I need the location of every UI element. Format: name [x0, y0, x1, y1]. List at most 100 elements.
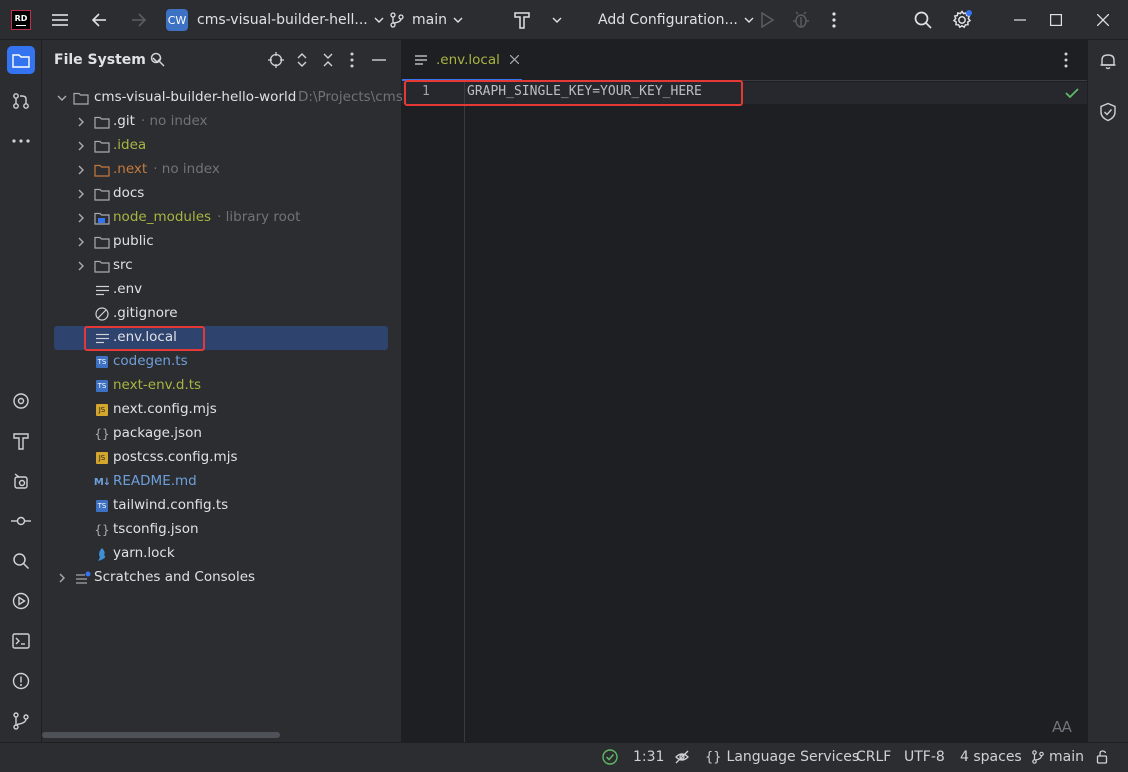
endpoints-icon[interactable] [7, 387, 35, 415]
tree-file-row[interactable]: TS tailwind.config.ts [42, 494, 390, 518]
tree-root-row[interactable]: cms-visual-builder-hello-world D:\Projec… [42, 86, 408, 110]
chevron-right-icon [75, 206, 87, 230]
editor-area: .env.local 1 GRAPH_SINGLE_KEY=YOUR_KEY_H… [402, 40, 1087, 742]
text-file-icon [94, 278, 110, 302]
tree-item-hint-text: no index [149, 113, 208, 129]
tab-options-icon[interactable] [1064, 52, 1068, 68]
tree-file-row[interactable]: JS next.config.mjs [42, 398, 390, 422]
minimize-button[interactable] [1000, 0, 1040, 40]
build-hammer-icon[interactable] [7, 427, 35, 455]
folder-icon [94, 110, 110, 134]
chevron-right-icon [75, 254, 87, 278]
title-bar: RD CW cms-visual-builder-hell... main Ad… [0, 0, 1128, 40]
ai-shield-icon[interactable] [1099, 102, 1117, 122]
tree-file-row[interactable]: TS codegen.ts [42, 350, 390, 374]
lock-icon[interactable] [1096, 743, 1110, 771]
tree-folder-row[interactable]: src [42, 254, 390, 278]
notifications-bell-icon[interactable] [1099, 52, 1117, 70]
project-folder-icon[interactable] [7, 46, 35, 74]
tree-item-name: next.config.mjs [113, 401, 217, 417]
tree-item-label-group: .git · no index [113, 113, 208, 129]
tree-folder-row[interactable]: docs [42, 182, 390, 206]
main-menu-icon[interactable] [46, 0, 74, 40]
hide-panel-icon[interactable] [372, 59, 386, 61]
folder-icon [94, 230, 110, 254]
expand-all-icon[interactable] [296, 52, 308, 68]
scratches-label: Scratches and Consoles [94, 569, 256, 585]
options-icon[interactable] [350, 52, 354, 68]
status-branch-widget[interactable]: main [1032, 743, 1084, 771]
branch-selector[interactable]: main [390, 0, 463, 40]
tree-folder-row[interactable]: .git · no index [42, 110, 390, 134]
tree-item-name: public [113, 233, 154, 249]
indent-setting[interactable]: 4 spaces [960, 743, 1022, 771]
services-icon[interactable] [7, 467, 35, 495]
settings-gear-icon[interactable] [948, 0, 976, 40]
tree-file-row[interactable]: .env [42, 278, 390, 302]
back-arrow-icon[interactable] [86, 0, 112, 40]
tree-folder-row[interactable]: .next · no index [42, 158, 390, 182]
read-only-toggle-icon[interactable] [674, 743, 690, 771]
tree-file-row[interactable]: .gitignore [42, 302, 390, 326]
status-branch-name: main [1049, 749, 1084, 765]
project-panel: File System cms-visual-builder-hello-wor… [42, 40, 408, 742]
search-icon[interactable] [909, 0, 937, 40]
tree-item-name: tsconfig.json [113, 521, 199, 537]
tree-folder-row[interactable]: public [42, 230, 390, 254]
reader-mode-icon[interactable]: AA [1052, 718, 1072, 736]
run-tool-icon[interactable] [7, 587, 35, 615]
build-hammer-icon[interactable] [508, 0, 536, 40]
caret-position[interactable]: 1:31 [633, 743, 664, 771]
tab-env-local[interactable]: .env.local [402, 40, 522, 81]
debug-bug-icon[interactable] [788, 0, 814, 40]
line-separator[interactable]: CRLF [856, 743, 891, 771]
chevron-down-icon [744, 17, 754, 23]
commit-icon[interactable] [7, 87, 35, 115]
project-selector[interactable]: CW cms-visual-builder-hell... [166, 0, 384, 40]
tree-folder-row[interactable]: node_modules · library root [42, 206, 390, 230]
version-control-icon[interactable] [7, 707, 35, 735]
ide-window: RD CW cms-visual-builder-hell... main Ad… [0, 0, 1128, 772]
scratches-row[interactable]: Scratches and Consoles [42, 566, 390, 590]
close-tab-icon[interactable] [509, 55, 519, 64]
more-actions-icon[interactable] [824, 0, 844, 40]
language-services-widget[interactable]: {} Language Services [705, 743, 859, 771]
forward-arrow-icon[interactable] [126, 0, 152, 40]
close-window-button[interactable] [1082, 0, 1124, 40]
find-search-icon[interactable] [7, 547, 35, 575]
locate-crosshair-icon[interactable] [268, 52, 284, 68]
problems-icon[interactable] [7, 667, 35, 695]
branch-name: main [412, 12, 447, 28]
horizontal-scrollbar[interactable] [42, 732, 280, 738]
tree-item-hint-text: library root [225, 209, 301, 225]
tree-file-row[interactable]: {} tsconfig.json [42, 518, 390, 542]
tree-file-row[interactable]: yarn.lock [42, 542, 390, 566]
tree-file-row[interactable]: JS postcss.config.mjs [42, 446, 390, 470]
run-icon[interactable] [754, 0, 780, 40]
app-logo[interactable]: RD [8, 0, 34, 40]
git-commit-node-icon[interactable] [7, 507, 35, 535]
tab-label: .env.local [436, 51, 500, 68]
tree-folder-row[interactable]: .idea [42, 134, 390, 158]
run-configuration-selector[interactable]: Add Configuration... [598, 0, 754, 40]
file-encoding[interactable]: UTF-8 [904, 743, 945, 771]
tree-item-name: .gitignore [113, 305, 178, 321]
build-options-chevron-icon[interactable] [546, 0, 568, 40]
no-problems-checkmark-icon[interactable] [1065, 88, 1079, 98]
more-tools-icon[interactable] [7, 127, 35, 155]
tree-file-row[interactable]: M↓ README.md [42, 470, 390, 494]
tree-item-hint: · no index [153, 161, 220, 177]
chevron-right-icon [56, 566, 68, 590]
collapse-all-icon[interactable] [322, 52, 334, 68]
maximize-button[interactable] [1036, 0, 1076, 40]
tree-root-path: D:\Projects\cms- [298, 89, 408, 105]
search-icon[interactable] [150, 52, 165, 67]
terminal-icon[interactable] [7, 627, 35, 655]
ignore-file-icon [94, 302, 110, 326]
tree-file-row[interactable]: {} package.json [42, 422, 390, 446]
tree-item-label-group: .next · no index [113, 161, 220, 177]
folder-icon [73, 86, 89, 110]
view-selector[interactable]: File System [54, 40, 162, 80]
tree-file-row[interactable]: TS next-env.d.ts [42, 374, 390, 398]
inspection-ok-icon[interactable] [602, 743, 618, 771]
